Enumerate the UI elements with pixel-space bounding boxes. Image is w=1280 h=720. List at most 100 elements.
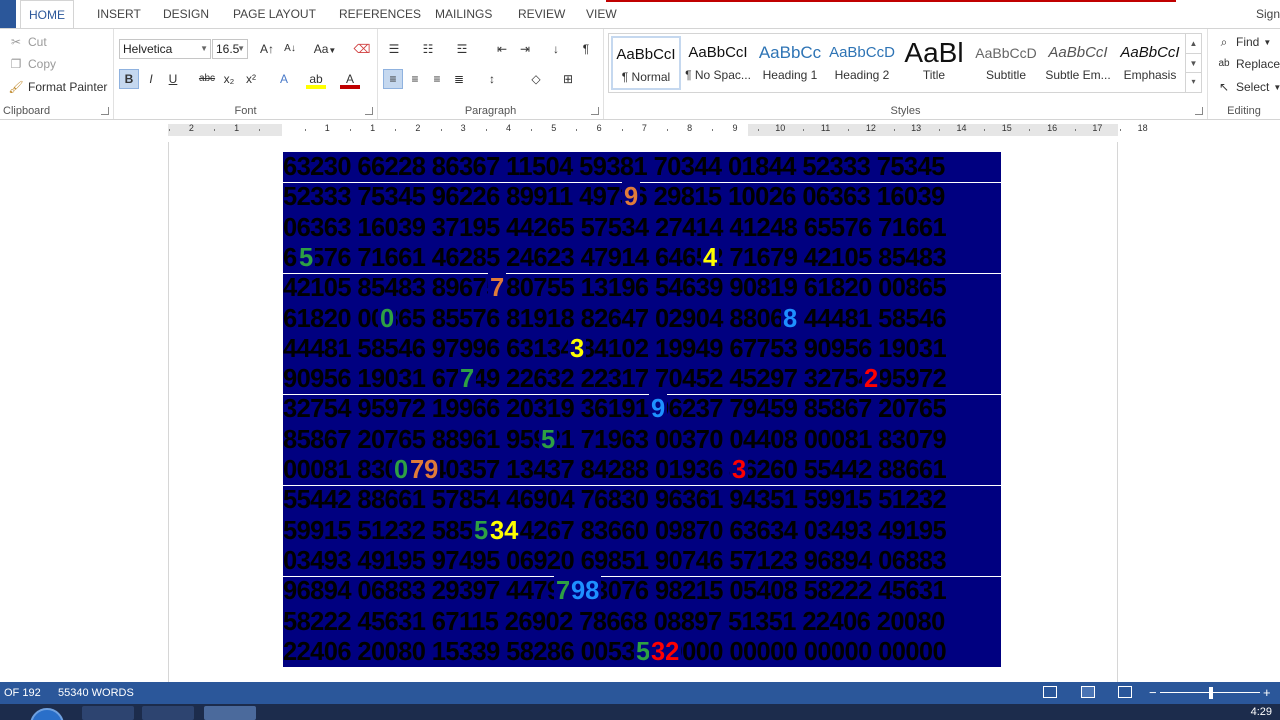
style-sample: AaBl bbox=[904, 37, 964, 68]
align-center-icon[interactable]: ≡ bbox=[405, 69, 425, 89]
number-row[interactable]: 52333 75345 96226 89911 49736 29815 1002… bbox=[283, 182, 1001, 212]
chevron-down-icon[interactable]: ▼ bbox=[1186, 53, 1201, 72]
number-row[interactable]: 63230 66228 86367 11504 59381 70344 0184… bbox=[283, 152, 1001, 182]
number-row[interactable]: 90956 19031 67949 22632 22317 70452 4529… bbox=[283, 364, 1001, 394]
number-row[interactable]: 32754 95972 19966 20319 36191 96237 7945… bbox=[283, 394, 1001, 424]
font-color-icon[interactable]: A bbox=[340, 69, 360, 89]
multilevel-list-icon[interactable]: ☲ bbox=[452, 39, 472, 59]
bold-button[interactable]: B bbox=[119, 69, 139, 89]
ruler-bar[interactable]: 2 1 1 1 2 3 4 5 6 7 8 9 10 11 12 13 14 15 16 17 18 bbox=[168, 123, 1148, 136]
clear-formatting-icon[interactable]: ⌫ bbox=[352, 39, 372, 59]
number-row[interactable]: 58222 45631 67115 26902 78668 08897 5135… bbox=[283, 607, 1001, 637]
copy-button[interactable]: ❐ Copy bbox=[8, 56, 56, 72]
style-heading-1[interactable]: AaBbCc Heading 1 bbox=[755, 36, 825, 90]
sort-icon[interactable]: ↓ bbox=[546, 39, 566, 59]
superscript-button[interactable]: x² bbox=[241, 69, 261, 89]
zoom-slider-thumb[interactable] bbox=[1209, 687, 1213, 699]
number-row[interactable]: 55442 88661 57854 46904 76830 96361 9435… bbox=[283, 485, 1001, 515]
taskbar-clock[interactable]: 4:29 bbox=[1251, 706, 1272, 718]
replace-button[interactable]: ab Replace bbox=[1216, 56, 1280, 72]
tab-references[interactable]: REFERENCES bbox=[331, 0, 429, 28]
styles-gallery-scroll[interactable]: ▲ ▼ ▾ bbox=[1185, 34, 1201, 92]
align-left-icon[interactable]: ≡ bbox=[383, 69, 403, 89]
align-right-icon[interactable]: ≡ bbox=[427, 69, 447, 89]
number-row[interactable]: 44481 58546 97996 63134 84102 19949 6775… bbox=[283, 334, 1001, 364]
bullets-icon[interactable]: ☰ bbox=[384, 39, 404, 59]
find-button[interactable]: ⌕ Find ▼ bbox=[1216, 34, 1272, 50]
style-subtle-emphasis[interactable]: AaBbCcI Subtle Em... bbox=[1043, 36, 1113, 90]
style-subtitle[interactable]: AaBbCcD Subtitle bbox=[971, 36, 1041, 90]
tab-mailings[interactable]: MAILINGS bbox=[427, 0, 500, 28]
ruler-number: 18 bbox=[1137, 123, 1148, 133]
word-count[interactable]: 55340 WORDS bbox=[58, 682, 134, 704]
font-name-combo[interactable]: Helvetica ▼ bbox=[119, 39, 211, 59]
style-title[interactable]: AaBl Title bbox=[899, 36, 969, 90]
explorer-taskbar-button[interactable] bbox=[82, 706, 134, 720]
media-taskbar-button[interactable] bbox=[142, 706, 194, 720]
paragraph-launcher-icon[interactable] bbox=[591, 107, 599, 115]
tab-review[interactable]: REVIEW bbox=[510, 0, 573, 28]
web-layout-icon[interactable] bbox=[1118, 686, 1132, 698]
tab-page-layout[interactable]: PAGE LAYOUT bbox=[225, 0, 324, 28]
style-normal[interactable]: AaBbCcI ¶ Normal bbox=[611, 36, 681, 90]
file-tab[interactable] bbox=[0, 0, 16, 28]
chevron-up-icon[interactable]: ▲ bbox=[1186, 34, 1201, 53]
document-area[interactable]: 63230 66228 86367 11504 59381 70344 0184… bbox=[0, 142, 1280, 682]
page-count[interactable]: OF 192 bbox=[4, 682, 41, 704]
number-row[interactable]: 59915 51232 58534 84267 83660 09870 6363… bbox=[283, 516, 1001, 546]
font-launcher-icon[interactable] bbox=[365, 107, 373, 115]
decrease-indent-icon[interactable]: ⇤ bbox=[492, 39, 512, 59]
ruler-number: 5 bbox=[551, 123, 557, 133]
subscript-button[interactable]: x₂ bbox=[219, 69, 239, 89]
sign-in-link[interactable]: Sign bbox=[1256, 0, 1280, 28]
zoom-in-icon[interactable]: + bbox=[1263, 682, 1271, 704]
shrink-font-icon[interactable]: A↓ bbox=[280, 39, 300, 59]
increase-indent-icon[interactable]: ⇥ bbox=[515, 39, 535, 59]
zoom-out-icon[interactable]: − bbox=[1149, 682, 1157, 704]
ruler-number: 2 bbox=[415, 123, 421, 133]
print-layout-icon[interactable] bbox=[1081, 686, 1095, 698]
tab-design[interactable]: DESIGN bbox=[155, 0, 217, 28]
style-emphasis[interactable]: AaBbCcI Emphasis bbox=[1115, 36, 1185, 90]
tab-view[interactable]: VIEW bbox=[578, 0, 625, 28]
number-row[interactable]: 42105 85483 89675 80755 13196 54639 9081… bbox=[283, 273, 1001, 303]
pilcrow-icon[interactable]: ¶ bbox=[576, 39, 596, 59]
number-row[interactable]: 03493 49195 97495 06920 69851 90746 5712… bbox=[283, 546, 1001, 576]
paragraph-group-label: Paragraph bbox=[464, 105, 517, 117]
number-row[interactable]: 65576 71661 46285 24623 47914 64652 7167… bbox=[283, 243, 1001, 273]
grow-font-icon[interactable]: A↑ bbox=[257, 39, 277, 59]
word-taskbar-button[interactable] bbox=[204, 706, 256, 720]
horizontal-ruler[interactable]: 2 1 1 1 2 3 4 5 6 7 8 9 10 11 12 13 14 15 16 17 18 bbox=[0, 120, 1280, 142]
format-painter-button[interactable]: 🖌 Format Painter bbox=[8, 79, 107, 95]
highlight-color-icon[interactable]: ab bbox=[306, 69, 326, 89]
start-orb-icon[interactable] bbox=[30, 708, 64, 720]
replace-label: Replace bbox=[1236, 57, 1280, 71]
more-styles-icon[interactable]: ▾ bbox=[1186, 72, 1201, 90]
justify-icon[interactable]: ≣ bbox=[449, 69, 469, 89]
tab-insert[interactable]: INSERT bbox=[89, 0, 149, 28]
italic-button[interactable]: I bbox=[141, 69, 161, 89]
read-mode-icon[interactable] bbox=[1043, 686, 1057, 698]
number-row[interactable]: 06363 16039 37195 44265 57534 27414 4124… bbox=[283, 213, 1001, 243]
style-no-spacing[interactable]: AaBbCcI ¶ No Spac... bbox=[683, 36, 753, 90]
highlighted-digit: 5 bbox=[297, 242, 316, 273]
style-heading-2[interactable]: AaBbCcD Heading 2 bbox=[827, 36, 897, 90]
borders-icon[interactable]: ⊞ bbox=[558, 69, 578, 89]
numbering-icon[interactable]: ☷ bbox=[418, 39, 438, 59]
line-spacing-icon[interactable]: ↕ bbox=[482, 69, 502, 89]
clipboard-launcher-icon[interactable] bbox=[101, 107, 109, 115]
number-row[interactable]: 85867 20765 88961 95921 71963 00370 0440… bbox=[283, 425, 1001, 455]
select-button[interactable]: ↖ Select ▼ bbox=[1216, 79, 1280, 95]
styles-launcher-icon[interactable] bbox=[1195, 107, 1203, 115]
cut-button[interactable]: ✂ Cut bbox=[8, 34, 47, 50]
number-row[interactable]: 96894 06883 29397 44798 93076 98215 0540… bbox=[283, 576, 1001, 606]
tab-home[interactable]: HOME bbox=[20, 0, 74, 29]
number-row[interactable]: 00081 83079 40357 13437 84288 01936 4626… bbox=[283, 455, 1001, 485]
text-effects-icon[interactable]: A bbox=[274, 69, 294, 89]
shading-icon[interactable]: ◇ bbox=[526, 69, 546, 89]
underline-button[interactable]: U bbox=[163, 69, 183, 89]
change-case-button[interactable]: Aa▼ bbox=[310, 39, 340, 59]
font-size-combo[interactable]: 16.5 ▼ bbox=[212, 39, 248, 59]
strikethrough-button[interactable]: abc bbox=[197, 69, 217, 89]
ruler-tick bbox=[893, 129, 895, 131]
